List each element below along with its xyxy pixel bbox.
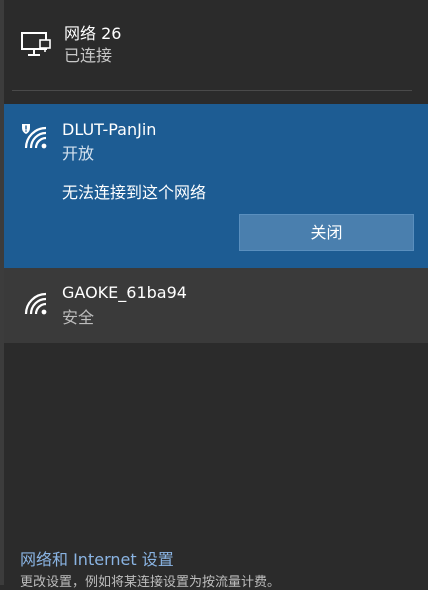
wifi-network-name: GAOKE_61ba94 [62, 283, 187, 302]
wifi-icon [24, 292, 47, 315]
ethernet-status: 已连接 [64, 46, 113, 65]
wifi-network-security: 安全 [62, 308, 95, 327]
ethernet-connection-item[interactable]: 网络 26 已连接 [0, 0, 428, 90]
ethernet-name: 网络 26 [64, 24, 122, 43]
wifi-network-item[interactable]: GAOKE_61ba94 安全 [4, 268, 428, 343]
network-settings-description: 更改设置，例如将某连接设置为按流量计费。 [20, 575, 281, 590]
divider [12, 90, 412, 91]
network-settings-link[interactable]: 网络和 Internet 设置 [20, 546, 174, 570]
wifi-warning-icon [22, 124, 47, 149]
close-button[interactable]: 关闭 [239, 214, 414, 251]
ethernet-monitor-icon [21, 32, 51, 56]
wifi-network-security: 开放 [62, 144, 95, 163]
connection-error-message: 无法连接到这个网络 [62, 183, 207, 202]
wifi-network-item-selected[interactable]: DLUT-PanJin 开放 无法连接到这个网络 关闭 [4, 104, 428, 268]
wifi-network-name: DLUT-PanJin [62, 120, 157, 139]
network-flyout: 网络 26 已连接 DLUT-PanJin 开放 无法连接到这个网络 关闭 GA… [0, 0, 428, 590]
